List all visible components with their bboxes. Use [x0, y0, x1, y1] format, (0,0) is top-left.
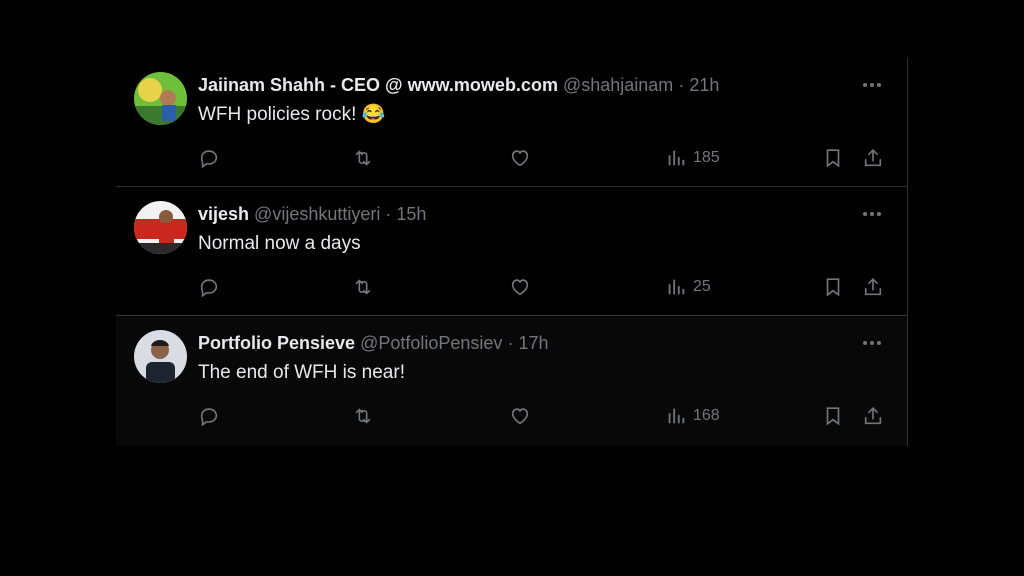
views-button[interactable]: 25 — [665, 273, 711, 301]
display-name[interactable]: vijesh — [198, 204, 249, 224]
like-button[interactable] — [509, 273, 531, 301]
separator: · — [385, 204, 392, 224]
user-handle[interactable]: @vijeshkuttiyeri — [254, 204, 380, 224]
reply-button[interactable] — [198, 144, 220, 172]
more-horizontal-icon — [863, 212, 881, 216]
share-button[interactable] — [862, 402, 884, 430]
bookmark-icon — [826, 278, 840, 297]
retweet-icon — [355, 150, 371, 166]
bookmark-button[interactable] — [822, 273, 844, 301]
tweet-feed: Jaiinam Shahh - CEO @ www.moweb.com @sha… — [116, 58, 908, 446]
avatar[interactable] — [134, 201, 187, 254]
retweet-button[interactable] — [352, 144, 374, 172]
views-count: 168 — [693, 407, 720, 424]
reply-icon — [200, 408, 218, 427]
reply-icon — [200, 150, 218, 169]
views-button[interactable]: 168 — [665, 402, 720, 430]
views-chart-icon — [668, 150, 685, 166]
tweet[interactable]: Portfolio Pensieve @PotfolioPensiev · 17… — [116, 316, 907, 446]
views-button[interactable]: 185 — [665, 144, 720, 172]
tweet-text: The end of WFH is near! — [198, 362, 405, 383]
tweet-text: Normal now a days — [198, 233, 361, 254]
like-button[interactable] — [509, 144, 531, 172]
share-icon — [864, 407, 882, 425]
share-icon — [864, 149, 882, 167]
more-horizontal-icon — [863, 341, 881, 345]
views-count: 25 — [693, 278, 711, 295]
reply-button[interactable] — [198, 273, 220, 301]
tweet-text: WFH policies rock! 😂 — [198, 104, 386, 125]
bookmark-icon — [826, 407, 840, 426]
tweet-header: Portfolio Pensieve @PotfolioPensiev · 17… — [198, 332, 549, 354]
tweet-header: Jaiinam Shahh - CEO @ www.moweb.com @sha… — [198, 74, 719, 96]
reply-button[interactable] — [198, 402, 220, 430]
tweet[interactable]: vijesh @vijeshkuttiyeri · 15h Normal now… — [116, 187, 907, 316]
bookmark-button[interactable] — [822, 144, 844, 172]
views-count: 185 — [693, 149, 720, 166]
more-options-button[interactable] — [857, 330, 887, 356]
retweet-icon — [355, 279, 371, 295]
user-handle[interactable]: @PotfolioPensiev — [360, 333, 502, 353]
retweet-button[interactable] — [352, 402, 374, 430]
views-chart-icon — [668, 408, 685, 424]
timestamp[interactable]: 21h — [689, 75, 719, 95]
display-name[interactable]: Portfolio Pensieve — [198, 333, 355, 353]
display-name[interactable]: Jaiinam Shahh - CEO @ www.moweb.com — [198, 75, 558, 95]
tweet-actions: 25 — [196, 273, 896, 301]
heart-icon — [511, 408, 529, 425]
bookmark-button[interactable] — [822, 402, 844, 430]
more-options-button[interactable] — [857, 201, 887, 227]
share-icon — [864, 278, 882, 296]
share-button[interactable] — [862, 273, 884, 301]
heart-icon — [511, 279, 529, 296]
user-handle[interactable]: @shahjainam — [563, 75, 673, 95]
views-chart-icon — [668, 279, 685, 295]
more-options-button[interactable] — [857, 72, 887, 98]
like-button[interactable] — [509, 402, 531, 430]
retweet-button[interactable] — [352, 273, 374, 301]
timestamp[interactable]: 17h — [518, 333, 548, 353]
avatar[interactable] — [134, 330, 187, 383]
reply-icon — [200, 279, 218, 298]
heart-icon — [511, 150, 529, 167]
separator: · — [678, 75, 685, 95]
retweet-icon — [355, 408, 371, 424]
more-horizontal-icon — [863, 83, 881, 87]
tweet[interactable]: Jaiinam Shahh - CEO @ www.moweb.com @sha… — [116, 58, 907, 187]
bookmark-icon — [826, 149, 840, 168]
tweet-header: vijesh @vijeshkuttiyeri · 15h — [198, 203, 426, 225]
timestamp[interactable]: 15h — [396, 204, 426, 224]
share-button[interactable] — [862, 144, 884, 172]
separator: · — [507, 333, 514, 353]
tweet-actions: 185 — [196, 144, 896, 172]
avatar[interactable] — [134, 72, 187, 125]
tweet-actions: 168 — [196, 402, 896, 430]
